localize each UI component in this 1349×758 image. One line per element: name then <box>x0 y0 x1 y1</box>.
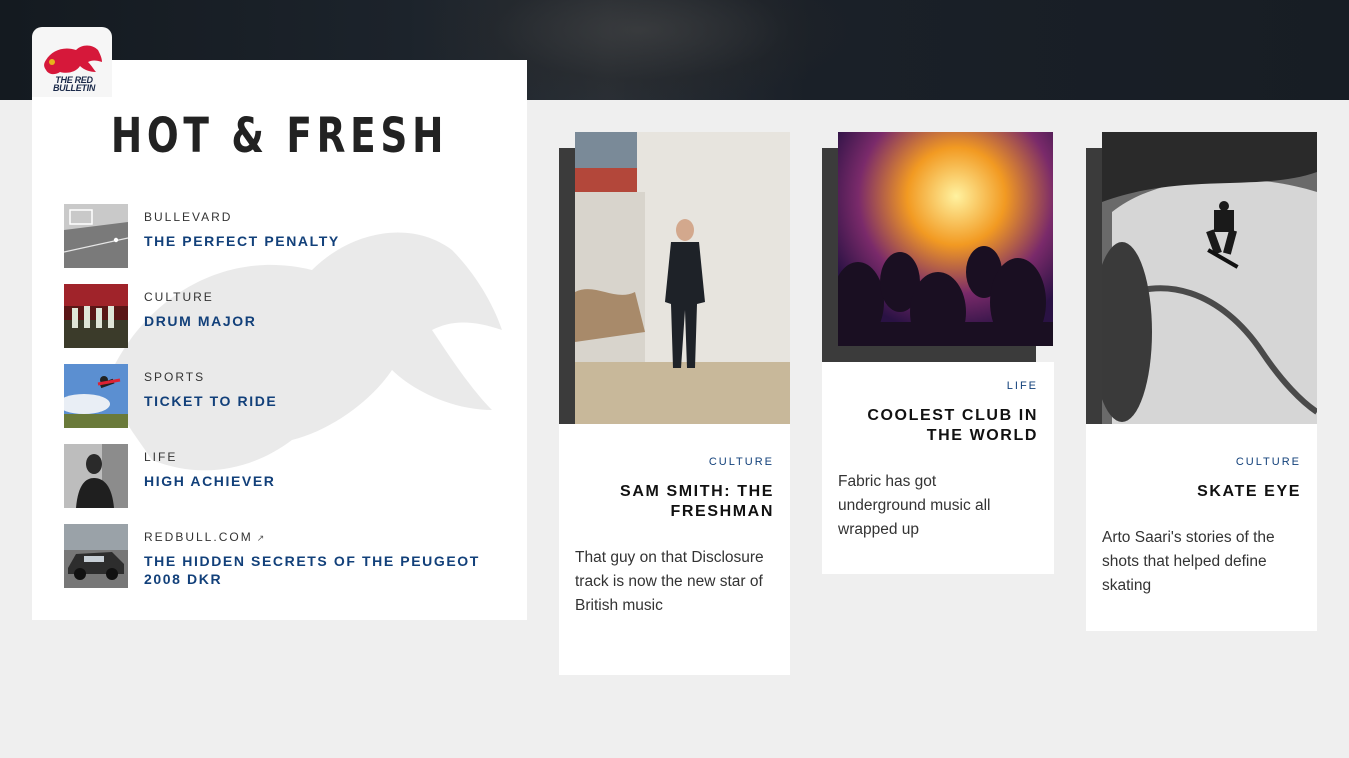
card-title[interactable]: COOLEST CLUB IN THE WORLD <box>838 406 1038 446</box>
card-description: Fabric has got underground music all wra… <box>838 473 991 538</box>
card-category[interactable]: CULTURE <box>1236 456 1301 468</box>
item-category-label: REDBULL.COM <box>144 530 253 544</box>
item-title-link[interactable]: HIGH ACHIEVER <box>144 472 499 490</box>
item-title-link[interactable]: THE PERFECT PENALTY <box>144 232 499 250</box>
card-body: CULTURE SAM SMITH: THE FRESHMAN That guy… <box>559 424 790 675</box>
card-body: LIFE COOLEST CLUB IN THE WORLD Fabric ha… <box>822 362 1054 574</box>
thumbnail-penalty[interactable] <box>64 204 128 268</box>
item-title-link[interactable]: TICKET TO RIDE <box>144 392 499 410</box>
logo-text: THE RED BULLETIN <box>52 75 96 93</box>
list-item[interactable]: SPORTS TICKET TO RIDE <box>64 364 504 428</box>
list-item[interactable]: BULLEVARD THE PERFECT PENALTY <box>64 204 504 268</box>
item-title-link[interactable]: DRUM MAJOR <box>144 312 499 330</box>
card-image-sam-smith[interactable] <box>575 132 790 424</box>
item-category: CULTURE <box>144 290 214 304</box>
article-card[interactable]: CULTURE SAM SMITH: THE FRESHMAN That guy… <box>559 132 790 675</box>
card-category[interactable]: CULTURE <box>709 456 774 468</box>
thumbnail-high-achiever[interactable] <box>64 444 128 508</box>
item-category: LIFE <box>144 450 178 464</box>
list-item[interactable]: LIFE HIGH ACHIEVER <box>64 444 504 508</box>
thumbnail-peugeot-dkr[interactable] <box>64 524 128 588</box>
article-card[interactable]: CULTURE SKATE EYE Arto Saari's stories o… <box>1086 132 1317 631</box>
card-description: That guy on that Disclosure track is now… <box>575 549 764 614</box>
item-category: REDBULL.COM ↗ <box>144 530 264 544</box>
card-category[interactable]: LIFE <box>1007 380 1038 392</box>
thumbnail-drum-major[interactable] <box>64 284 128 348</box>
item-category: SPORTS <box>144 370 206 384</box>
item-category: BULLEVARD <box>144 210 233 224</box>
card-image-skate[interactable] <box>1102 132 1317 424</box>
card-title[interactable]: SKATE EYE <box>1101 482 1301 502</box>
page-title: HOT & FRESH <box>110 108 449 164</box>
card-description: Arto Saari's stories of the shots that h… <box>1102 529 1275 594</box>
card-title[interactable]: SAM SMITH: THE FRESHMAN <box>574 482 774 522</box>
item-title-link[interactable]: THE HIDDEN SECRETS OF THE PEUGEOT 2008 D… <box>144 552 499 588</box>
external-link-icon: ↗ <box>256 533 265 543</box>
card-body: CULTURE SKATE EYE Arto Saari's stories o… <box>1086 424 1317 631</box>
thumbnail-ticket-to-ride[interactable] <box>64 364 128 428</box>
article-card[interactable]: LIFE COOLEST CLUB IN THE WORLD Fabric ha… <box>822 132 1054 574</box>
card-image-club[interactable] <box>838 132 1053 346</box>
hot-and-fresh-panel: HOT & FRESH BULLEVARD THE PERFECT PENALT… <box>32 60 527 620</box>
list-item[interactable]: CULTURE DRUM MAJOR <box>64 284 504 348</box>
list-item[interactable]: REDBULL.COM ↗ THE HIDDEN SECRETS OF THE P… <box>64 524 504 588</box>
